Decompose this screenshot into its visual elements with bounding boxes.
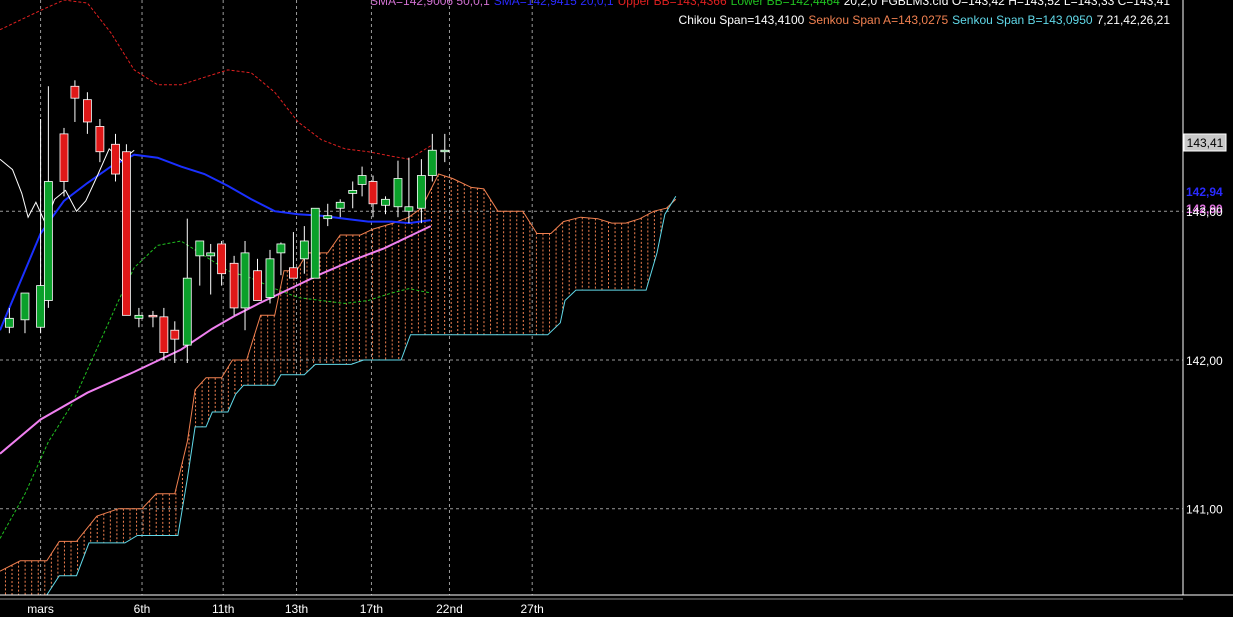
candle-body bbox=[289, 267, 298, 279]
candle-body bbox=[229, 262, 239, 309]
candle-body bbox=[36, 285, 45, 328]
candle-down bbox=[229, 255, 239, 316]
legend-entry: Senkou Span B=143,0950 bbox=[952, 13, 1093, 27]
candle-body bbox=[335, 201, 345, 209]
candle-body bbox=[368, 181, 378, 205]
legend-entry: SMA=142,9415 20,0,1 bbox=[493, 0, 614, 8]
indicator-legend-row-1: SMA=142,9006 50,0,1 SMA=142,9415 20,0,1 Up… bbox=[370, 0, 1170, 8]
ichimoku-chart: mars 6th 11th 13th 17th 22nd 27th 143,41 142,9… bbox=[0, 0, 1233, 617]
legend-entry: FGBLM3.cfd O=143,42 H=143,52 L=143,33 C=… bbox=[881, 0, 1170, 8]
last-price-label: 143,41 bbox=[1187, 136, 1224, 150]
candle-body bbox=[217, 243, 227, 275]
x-tick-label: 6th bbox=[134, 602, 151, 616]
candle-up bbox=[310, 207, 320, 279]
y-tick-label: 142,00 bbox=[1186, 354, 1223, 368]
candle-body bbox=[59, 133, 69, 182]
candle-body bbox=[195, 240, 205, 257]
candle-body bbox=[276, 243, 286, 254]
x-tick-label: 17th bbox=[360, 602, 383, 616]
candle-body bbox=[348, 189, 358, 194]
candle-body bbox=[357, 175, 367, 185]
candle-body bbox=[159, 316, 169, 353]
x-tick-label: 22nd bbox=[436, 602, 463, 616]
candle-body bbox=[206, 252, 216, 257]
x-tick-label: 13th bbox=[285, 602, 308, 616]
candle-body bbox=[122, 151, 131, 316]
candle-body bbox=[440, 149, 450, 153]
legend-entry: 20,2,0 bbox=[843, 0, 878, 8]
sma20-axis-label: 142,94 bbox=[1186, 185, 1223, 199]
candle-body bbox=[253, 270, 262, 301]
candle-body bbox=[111, 143, 120, 175]
candle-down bbox=[122, 144, 131, 316]
candle-body bbox=[381, 198, 390, 206]
candle-body bbox=[170, 329, 180, 340]
y-tick-label: 143,00 bbox=[1186, 205, 1223, 219]
legend-entry: Chikou Span=143,4100 bbox=[678, 13, 805, 27]
candle-body bbox=[20, 292, 30, 321]
legend-entry: Senkou Span A=143,0275 bbox=[808, 13, 949, 27]
candle-body bbox=[427, 149, 437, 176]
candle-body bbox=[182, 277, 192, 346]
candle-body bbox=[43, 181, 53, 301]
legend-entry: Upper BB=143,4366 bbox=[617, 0, 727, 8]
legend-entry: 7,21,42,26,21 bbox=[1096, 13, 1170, 27]
candle-body bbox=[299, 240, 309, 260]
candle-body bbox=[4, 317, 14, 328]
legend-entry: Lower BB=142,4464 bbox=[730, 0, 840, 8]
candle-body bbox=[404, 206, 414, 212]
x-tick-label: 11th bbox=[212, 602, 234, 616]
candle-body bbox=[70, 85, 80, 99]
candle-body bbox=[95, 126, 105, 153]
candle-body bbox=[323, 215, 333, 220]
y-tick-label: 141,00 bbox=[1186, 503, 1223, 517]
candle-body bbox=[416, 175, 426, 209]
legend-entry: SMA=142,9006 50,0,1 bbox=[370, 0, 490, 8]
candle-body bbox=[310, 207, 320, 279]
candle-body bbox=[393, 178, 403, 208]
candle-body bbox=[148, 314, 158, 318]
candle-body bbox=[134, 314, 144, 319]
candle-body bbox=[265, 258, 275, 298]
x-tick-label: 27th bbox=[521, 602, 544, 616]
x-tick-label: mars bbox=[27, 602, 54, 616]
indicator-legend-row-2: Chikou Span=143,4100 Senkou Span A=143,02… bbox=[679, 13, 1170, 27]
candle-body bbox=[82, 99, 92, 123]
candle-body bbox=[240, 252, 250, 309]
